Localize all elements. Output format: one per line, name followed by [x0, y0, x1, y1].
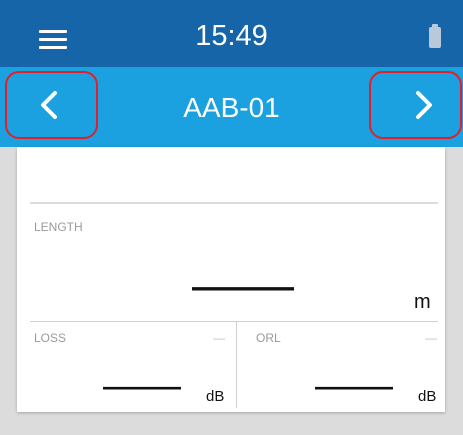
orl-unit: dB: [418, 388, 437, 405]
loss-label: LOSS: [34, 331, 67, 345]
top-divider: [30, 202, 438, 204]
top-status-bar: 15:49: [0, 0, 463, 67]
orl-label: ORL: [256, 331, 281, 345]
orl-indicator: —: [425, 331, 437, 345]
vertical-divider: [236, 322, 237, 408]
chevron-left-icon: [41, 91, 57, 119]
middle-divider: [30, 321, 438, 322]
length-unit: m: [414, 291, 431, 313]
loss-unit: dB: [206, 388, 225, 405]
length-label: LENGTH: [34, 220, 83, 234]
loss-indicator: —: [213, 331, 225, 345]
battery-icon: [429, 24, 441, 48]
length-value: ———: [192, 268, 294, 306]
next-button[interactable]: [369, 71, 462, 139]
clock-time: 15:49: [195, 20, 268, 52]
chevron-right-icon: [416, 91, 432, 119]
previous-button[interactable]: [5, 71, 98, 139]
orl-value: ———: [315, 371, 393, 401]
loss-value: ———: [103, 371, 181, 401]
results-card: LENGTH ——— m LOSS — ——— dB ORL — ——— dB: [17, 147, 445, 412]
